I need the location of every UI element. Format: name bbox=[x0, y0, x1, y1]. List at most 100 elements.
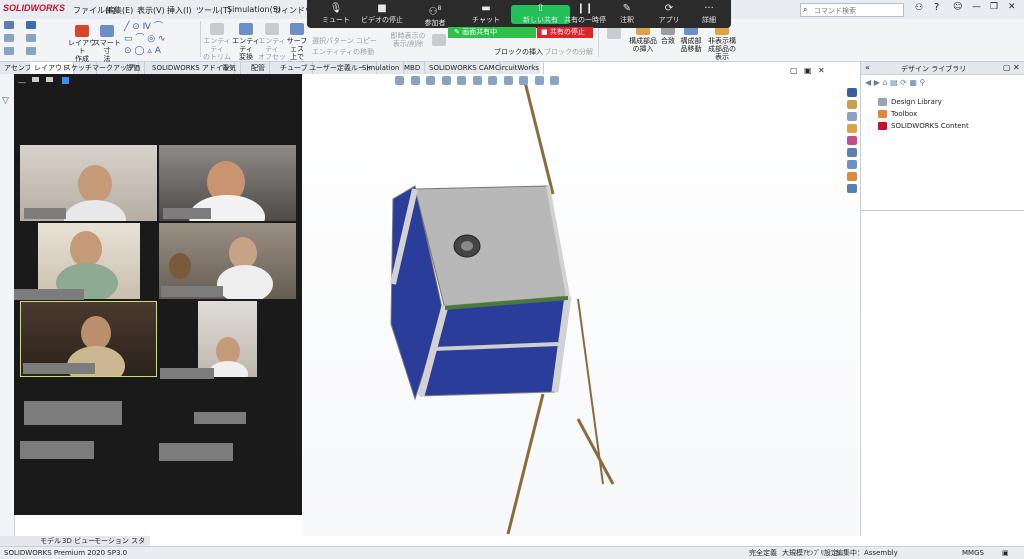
tree-item-toolbox[interactable]: Toolbox bbox=[878, 110, 917, 118]
pattern-copy-button[interactable]: 選択パターン コピー bbox=[312, 37, 377, 45]
tab-solidworks-cam[interactable]: SOLIDWORKS CAM bbox=[425, 62, 500, 74]
appearance-icon[interactable] bbox=[519, 76, 529, 85]
annotate-button[interactable]: ✎ 注釈 bbox=[611, 3, 643, 25]
insert-block-button[interactable]: ブロックの挿入 bbox=[494, 48, 543, 56]
view-palette-icon[interactable] bbox=[847, 124, 857, 133]
tab-evaluate[interactable]: 評価 bbox=[122, 62, 145, 74]
restore-icon[interactable]: ❐ bbox=[990, 2, 998, 12]
view-icon[interactable]: ▦ bbox=[909, 78, 917, 87]
command-search-box[interactable]: ⌕ コマンド検索 bbox=[800, 3, 904, 17]
view-orientation-icon[interactable] bbox=[472, 76, 482, 85]
smart-dimension-button[interactable]: スマート寸 法 bbox=[93, 25, 121, 63]
chat-button[interactable]: ▬ チャット bbox=[469, 3, 503, 25]
close-icon[interactable]: ✕ bbox=[1008, 2, 1016, 12]
tab-circuitworks[interactable]: CircuitWorks bbox=[491, 62, 544, 74]
menu-insert[interactable]: 挿入(I) bbox=[167, 5, 192, 16]
sketch-tools-group[interactable]: ╱ ⊙ Ⅳ ⌒ ▭ ⌒ ◎ ∿ ⊙ ◯ ▵ A bbox=[124, 21, 199, 57]
help-icon[interactable]: ? bbox=[934, 2, 939, 13]
more-button[interactable]: ··· 詳細 bbox=[693, 3, 725, 25]
refresh-icon[interactable]: ⟳ bbox=[900, 78, 907, 87]
toolbox-tab-icon[interactable] bbox=[847, 172, 857, 181]
filter-icon[interactable]: ▽ bbox=[2, 96, 9, 106]
select-icon[interactable] bbox=[4, 47, 14, 55]
settings-icon[interactable]: ☺ bbox=[953, 2, 962, 12]
participant-video[interactable] bbox=[198, 301, 257, 377]
quick-display-button[interactable]: 即時表示の 表示/削除 bbox=[390, 32, 426, 48]
3d-content-icon[interactable] bbox=[847, 184, 857, 193]
forum-icon[interactable] bbox=[847, 160, 857, 169]
view-mode-icon[interactable] bbox=[32, 77, 39, 82]
home-icon[interactable]: ⌂ bbox=[882, 78, 887, 87]
menu-edit[interactable]: 編集(E) bbox=[106, 5, 133, 16]
print-icon[interactable] bbox=[26, 34, 36, 42]
units-selector[interactable]: MMGS bbox=[962, 547, 984, 559]
zoom-to-fit-icon[interactable] bbox=[395, 76, 404, 85]
participants-button[interactable]: ⚇8 参加者 bbox=[417, 3, 453, 28]
mute-button[interactable]: 🎙 ミュート bbox=[319, 3, 353, 25]
block-tools-icon[interactable] bbox=[428, 34, 450, 48]
show-hidden-components-button[interactable]: 非表示構 成部品の 表示 bbox=[705, 23, 739, 61]
minimize-icon[interactable]: — bbox=[972, 2, 981, 12]
forward-icon[interactable]: ▶ bbox=[874, 78, 880, 87]
appearances-icon[interactable] bbox=[847, 136, 857, 145]
file-explorer-icon[interactable] bbox=[847, 112, 857, 121]
convert-entities-button[interactable]: エンティティ 変換 bbox=[231, 23, 261, 61]
tree-item-solidworks-content[interactable]: SOLIDWORKS Content bbox=[878, 122, 969, 130]
participant-video[interactable] bbox=[159, 145, 296, 221]
trim-entities-button[interactable]: エンティティ のトリム bbox=[202, 23, 232, 61]
screen-sharing-indicator[interactable]: ✎ 画面共有中 bbox=[448, 27, 536, 38]
apps-button[interactable]: ⟳ アプリ bbox=[653, 3, 685, 25]
tree-item-design-library[interactable]: Design Library bbox=[878, 98, 942, 106]
graphics-area[interactable] bbox=[303, 74, 858, 536]
large-assembly-setting[interactable]: 大規模ｱｾﾝﾌﾞﾘ設定 bbox=[782, 547, 838, 559]
stop-share-button[interactable]: ■ 共有の停止 bbox=[537, 27, 593, 38]
chat-icon[interactable]: ▣ bbox=[1002, 547, 1009, 559]
display-style-icon[interactable] bbox=[488, 76, 498, 85]
zoom-area-icon[interactable] bbox=[410, 76, 420, 85]
resources-icon[interactable] bbox=[847, 88, 857, 97]
user-icon[interactable]: ⚇ bbox=[915, 3, 923, 13]
home-icon[interactable] bbox=[4, 21, 14, 29]
viewport-close-icon[interactable]: ✕ bbox=[818, 66, 825, 75]
close-icon[interactable]: ✕ bbox=[1013, 63, 1020, 72]
options-gear-icon[interactable] bbox=[26, 47, 36, 55]
menu-tools[interactable]: ツール(T) bbox=[196, 5, 231, 16]
tab-3d-view[interactable]: 3D ビュー bbox=[62, 536, 95, 546]
tab-mbd[interactable]: MBD bbox=[400, 62, 426, 74]
participant-video[interactable] bbox=[20, 145, 157, 221]
participant-video[interactable] bbox=[159, 223, 296, 299]
new-document-icon[interactable] bbox=[4, 34, 14, 42]
scene-icon[interactable] bbox=[534, 76, 544, 85]
viewport-tile-icon[interactable]: ▣ bbox=[804, 66, 812, 75]
previous-view-icon[interactable] bbox=[426, 76, 436, 85]
custom-properties-icon[interactable] bbox=[847, 148, 857, 157]
circle-icon[interactable]: ⊙ ◯ ▵ A bbox=[124, 46, 161, 56]
restore-icon[interactable]: ▢ bbox=[1003, 63, 1011, 72]
display-settings-icon[interactable] bbox=[550, 76, 560, 85]
hide-show-icon[interactable] bbox=[503, 76, 513, 85]
tab-piping[interactable]: 配管 bbox=[247, 62, 270, 74]
back-icon[interactable]: ◀ bbox=[865, 78, 871, 87]
stop-video-button[interactable]: ■ ビデオの停止 bbox=[357, 3, 407, 25]
tab-simulation[interactable]: Simulation bbox=[358, 62, 405, 74]
viewport-restore-icon[interactable]: ▢ bbox=[790, 66, 798, 75]
dynamic-annotation-icon[interactable] bbox=[457, 76, 467, 85]
tab-electrical[interactable]: 電気 bbox=[218, 62, 241, 74]
explode-block-button[interactable]: ブロックの分解 bbox=[544, 48, 593, 56]
pause-share-button[interactable]: ❙❙ 共有の一時停 bbox=[561, 3, 609, 25]
active-speaker-video[interactable] bbox=[20, 301, 157, 377]
save-icon[interactable] bbox=[26, 21, 36, 29]
move-entities-button[interactable]: エンティティの移動 bbox=[312, 48, 374, 56]
gray-tool-icon[interactable] bbox=[600, 27, 628, 41]
gallery-view-icon[interactable] bbox=[62, 77, 69, 84]
participant-video[interactable] bbox=[38, 223, 140, 299]
collapse-icon[interactable]: « bbox=[865, 63, 870, 72]
rectangle-icon[interactable]: ▭ ⌒ ◎ ∿ bbox=[124, 34, 165, 44]
minimize-icon[interactable]: — bbox=[18, 78, 26, 87]
design-library-icon[interactable] bbox=[847, 100, 857, 109]
menu-view[interactable]: 表示(V) bbox=[137, 5, 165, 16]
line-icon[interactable]: ╱ ⊙ Ⅳ ⌒ bbox=[124, 22, 163, 32]
add-folder-icon[interactable]: ▤ bbox=[890, 78, 898, 87]
section-view-icon[interactable] bbox=[441, 76, 451, 85]
tab-model[interactable]: モデル bbox=[40, 536, 61, 546]
